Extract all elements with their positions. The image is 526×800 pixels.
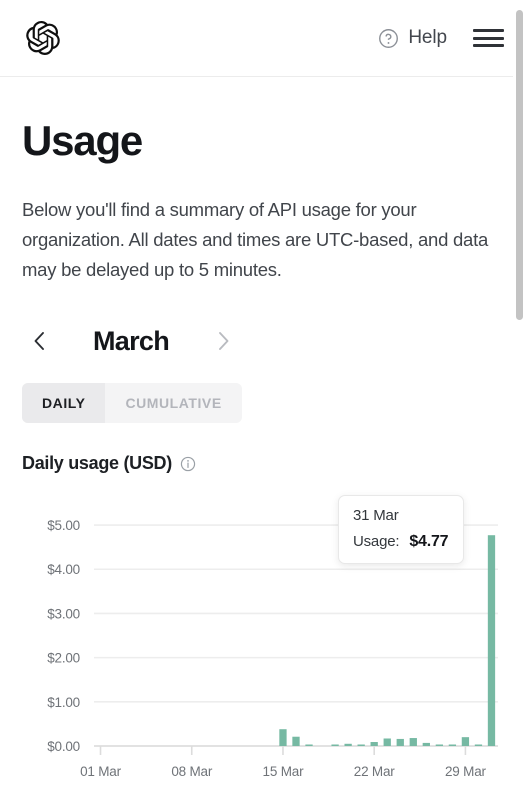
chart-bar[interactable] [435, 744, 444, 747]
page-title: Usage [22, 117, 143, 164]
chart-bar[interactable] [422, 742, 430, 746]
x-axis-tick-label: 29 Mar [445, 764, 487, 779]
chart-bar[interactable] [305, 744, 313, 747]
x-axis-tick-label: 15 Mar [263, 764, 305, 779]
chart-bar[interactable] [474, 744, 483, 747]
chart-bar[interactable] [370, 742, 378, 746]
chart-bar[interactable] [396, 738, 404, 746]
usage-mode-toggle: DAILY CUMULATIVE [22, 383, 242, 423]
tooltip-usage-row: Usage: $4.77 [353, 533, 449, 551]
question-circle-icon [378, 28, 399, 49]
month-navigation: March [22, 321, 504, 361]
chart-bar[interactable] [331, 744, 339, 747]
page-description: Below you'll find a summary of API usage… [22, 199, 489, 281]
x-axis-tick-label: 08 Mar [171, 764, 213, 779]
chart-bar[interactable] [292, 736, 300, 746]
main-content: Usage Below you'll find a summary of API… [0, 77, 526, 792]
y-axis-tick-label: $5.00 [47, 518, 80, 533]
chevron-right-icon[interactable] [206, 324, 240, 358]
tooltip-date: 31 Mar [353, 507, 399, 524]
y-axis-tick-label: $4.00 [47, 562, 80, 577]
chart-header: Daily usage (USD) [22, 453, 504, 474]
openai-logo[interactable] [26, 21, 60, 55]
app-header: Help [0, 0, 526, 77]
usage-page: Help Usage Below you'll find a summary o… [0, 0, 526, 800]
info-circle-icon[interactable] [180, 456, 196, 472]
chart-bar[interactable] [448, 744, 457, 747]
daily-usage-chart: $0.00 $1.00 $2.00 $3.00 $4.00 $5.00 01 Mar 08 M… [22, 492, 504, 792]
chevron-left-icon[interactable] [22, 324, 56, 358]
chart-bar[interactable] [461, 737, 470, 746]
header-actions: Help [378, 27, 504, 49]
hamburger-menu-icon[interactable] [473, 27, 504, 49]
tab-cumulative[interactable]: CUMULATIVE [105, 383, 241, 423]
x-axis-tick-label: 22 Mar [354, 764, 396, 779]
x-axis-tick-label: 01 Mar [80, 764, 122, 779]
help-label: Help [408, 27, 447, 48]
tab-daily[interactable]: DAILY [22, 383, 106, 423]
chart-bar[interactable] [383, 738, 391, 746]
help-link[interactable]: Help [378, 27, 447, 49]
chart-bar[interactable] [357, 744, 365, 747]
chart-bar[interactable] [344, 743, 352, 746]
page-scrollbar[interactable] [513, 0, 526, 800]
tooltip-usage-value: $4.77 [409, 533, 449, 550]
chart-bar[interactable] [487, 535, 496, 746]
y-axis-tick-label: $2.00 [47, 651, 80, 666]
tooltip-usage-label: Usage: [353, 533, 400, 550]
scrollbar-thumb[interactable] [516, 10, 523, 320]
chart-title: Daily usage (USD) [22, 453, 172, 473]
y-axis-tick-label: $3.00 [47, 606, 80, 621]
y-axis-tick-label: $1.00 [47, 695, 80, 710]
chart-tooltip: 31 Mar Usage: $4.77 [338, 495, 464, 564]
chart-bar[interactable] [409, 738, 417, 746]
chart-bar[interactable] [279, 729, 287, 746]
current-month-label: March [92, 325, 170, 356]
y-axis-tick-label: $0.00 [47, 739, 80, 754]
